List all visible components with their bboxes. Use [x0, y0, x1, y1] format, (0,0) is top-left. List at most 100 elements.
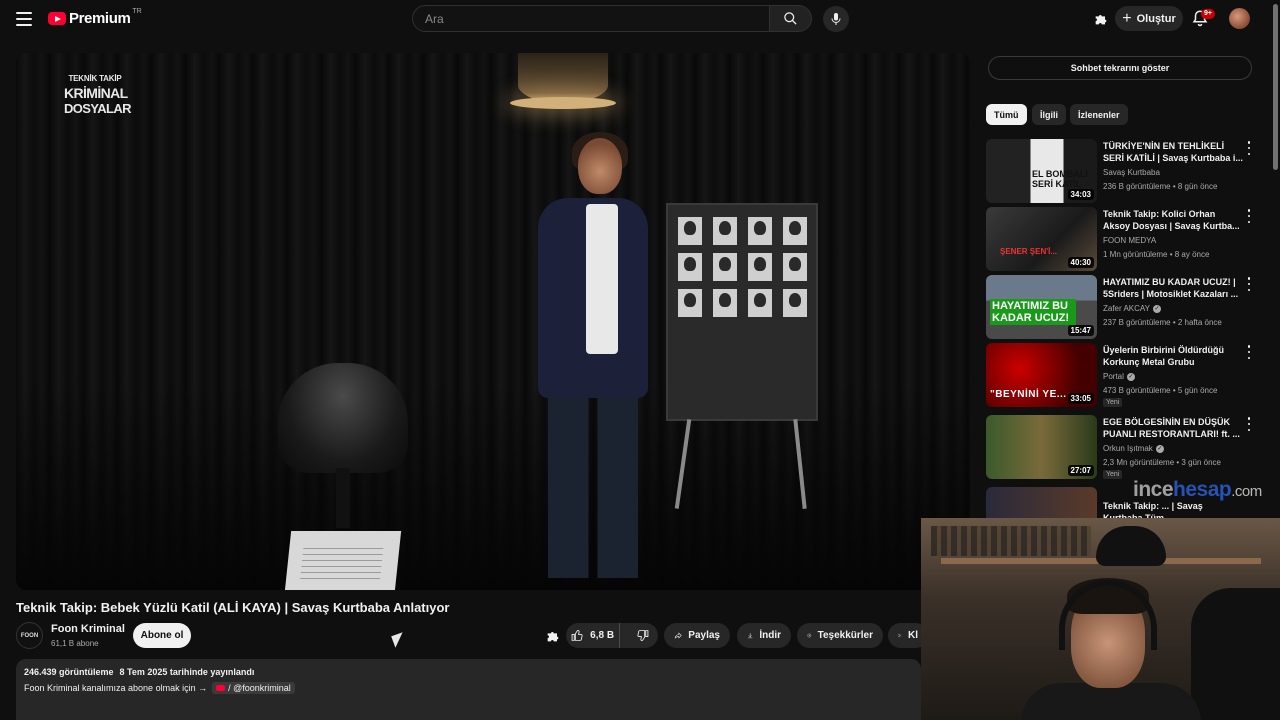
share-button[interactable]: Paylaş	[664, 623, 730, 648]
more-options-icon[interactable]	[1246, 417, 1252, 431]
channel-name: Savaş Kurtbaba	[1103, 168, 1160, 177]
description-box[interactable]: 246.439 görüntüleme 8 Tem 2025 tarihinde …	[16, 659, 921, 720]
video-thumbnail[interactable]: HAYATIMIZ BU KADAR UCUZ! 15:47	[986, 275, 1097, 339]
more-options-icon[interactable]	[1246, 141, 1252, 155]
download-button[interactable]: İndir	[737, 623, 791, 648]
voice-search-button[interactable]	[823, 6, 849, 32]
channel-name: FOON MEDYA	[1103, 236, 1156, 245]
channel-name: Orkun Işıtmak ✓	[1103, 444, 1164, 453]
youtube-premium-logo[interactable]: Premium TR	[48, 8, 142, 27]
thanks-label: Teşekkürler	[817, 630, 873, 641]
show-logo-overlay: TEKNİK TAKİP KRİMİNAL DOSYALAR	[64, 75, 132, 116]
mugshot	[748, 217, 772, 245]
watermark-part3: .com	[1231, 483, 1262, 500]
new-badge: Yeni	[1103, 470, 1123, 479]
like-dislike-group: 6,8 B	[566, 623, 658, 648]
helmet	[1096, 526, 1166, 566]
mugshot	[713, 217, 737, 245]
create-button[interactable]: + Oluştur	[1115, 6, 1183, 31]
search-icon	[784, 12, 797, 25]
channel-handle-link[interactable]: / @foonkriminal	[212, 682, 295, 694]
chip-watched[interactable]: İzlenenler	[1070, 104, 1128, 125]
jacket	[1191, 588, 1280, 720]
cast-button[interactable]	[1092, 10, 1110, 28]
video-title[interactable]: Üyelerin Birbirini Öldürdüğü Korkunç Met…	[1103, 344, 1243, 368]
video-title[interactable]: Teknik Takip: ... | Savaş Kurtbaba Tüm .…	[1103, 500, 1243, 518]
mugshot	[748, 253, 772, 281]
account-avatar[interactable]	[1229, 8, 1250, 29]
video-title[interactable]: EGE BÖLGESİNİN EN DÜŞÜK PUANLI RESTORANT…	[1103, 416, 1243, 440]
channel-name: Zafer AKCAY ✓	[1103, 304, 1161, 313]
video-thumbnail[interactable]: "BEYNİNİ YE... 33:05	[986, 343, 1097, 407]
video-meta: 237 B görüntüleme • 2 hafta önce	[1103, 318, 1222, 327]
video-title[interactable]: Teknik Takip: Kolici Orhan Aksoy Dosyası…	[1103, 208, 1243, 232]
mugshot	[783, 289, 807, 317]
search-box	[412, 5, 770, 32]
video-title[interactable]: HAYATIMIZ BU KADAR UCUZ! | 5Sriders | Mo…	[1103, 276, 1243, 300]
dislike-button[interactable]	[626, 623, 658, 648]
thumbnail-text: "BEYNİNİ YE...	[990, 389, 1067, 400]
search-button[interactable]	[770, 5, 812, 32]
play-logo-icon	[48, 12, 66, 25]
mouse-cursor	[391, 632, 407, 648]
description-meta: 246.439 görüntüleme 8 Tem 2025 tarihinde …	[24, 667, 913, 677]
scrollbar-thumb[interactable]	[1273, 4, 1278, 170]
channel-name[interactable]: Foon Kriminal	[51, 623, 125, 635]
channel-name-text: Zafer AKCAY	[1103, 304, 1150, 313]
page-scrollbar[interactable]	[1271, 0, 1280, 720]
video-meta: 236 B görüntüleme • 8 gün önce	[1103, 182, 1218, 191]
thumbnail-text: HAYATIMIZ BU KADAR UCUZ!	[990, 299, 1076, 325]
recommendation-item[interactable]: "BEYNİNİ YE... 33:05 Üyelerin Birbirini …	[986, 343, 1270, 407]
search-input[interactable]	[425, 11, 769, 26]
more-options-icon[interactable]	[1246, 209, 1252, 223]
leather-chair	[278, 363, 408, 528]
video-meta: 473 B görüntüleme • 5 gün önce	[1103, 386, 1218, 395]
channel-name: Portal ✓	[1103, 372, 1135, 381]
chip-related[interactable]: İlgili	[1032, 104, 1066, 125]
evidence-board	[666, 203, 818, 421]
microphone-icon	[831, 13, 841, 25]
channel-handle: / @foonkriminal	[228, 683, 291, 693]
video-player[interactable]: TEKNİK TAKİP KRİMİNAL DOSYALAR	[16, 53, 970, 590]
video-duration: 27:07	[1067, 465, 1094, 476]
menu-icon[interactable]	[14, 10, 34, 28]
youtube-icon	[216, 685, 226, 691]
logo-country-code: TR	[132, 8, 142, 15]
recommendation-item[interactable]: EL BOMBALI SERİ KATİL 34:03 TÜRKİYE'NİN …	[986, 139, 1270, 203]
description-text: Foon Kriminal kanalımıza abone olmak içi…	[24, 683, 208, 693]
channel-avatar[interactable]: FOON	[16, 622, 43, 649]
like-button[interactable]: 6,8 B	[566, 623, 621, 648]
puzzle-icon[interactable]	[545, 628, 561, 644]
recommendation-item[interactable]: ŞENER ŞEN'İ... 40:30 Teknik Takip: Kolic…	[986, 207, 1270, 271]
video-duration: 33:05	[1067, 393, 1094, 404]
thanks-button[interactable]: Teşekkürler	[797, 623, 883, 648]
share-icon	[674, 632, 682, 639]
subscriber-count: 61,1 B abone	[51, 639, 99, 648]
chip-all[interactable]: Tümü	[986, 104, 1027, 125]
video-thumbnail[interactable]: ŞENER ŞEN'İ... 40:30	[986, 207, 1097, 271]
video-thumbnail[interactable]: 27:07	[986, 415, 1097, 479]
video-meta: 2,3 Mn görüntüleme • 3 gün önce	[1103, 458, 1221, 467]
plus-icon: +	[1122, 9, 1132, 27]
new-badge: Yeni	[1103, 398, 1123, 407]
notification-badge: 9+	[1201, 9, 1215, 19]
top-bar: Premium TR + Oluştur 9+	[0, 0, 1280, 38]
video-thumbnail[interactable]	[986, 487, 1097, 518]
video-title[interactable]: TÜRKİYE'NİN EN TEHLİKELİ SERİ KATİLİ | S…	[1103, 140, 1243, 164]
more-options-icon[interactable]	[1246, 345, 1252, 359]
publish-date: 8 Tem 2025 tarihinde yayınlandı	[119, 667, 255, 677]
video-duration: 34:03	[1067, 189, 1094, 200]
like-count: 6,8 B	[590, 630, 615, 641]
more-options-icon[interactable]	[1246, 277, 1252, 291]
recommendation-item[interactable]: 27:07 EGE BÖLGESİNİN EN DÜŞÜK PUANLI RES…	[986, 415, 1270, 479]
channel-name-text: Portal	[1103, 372, 1124, 381]
video-duration: 40:30	[1067, 257, 1094, 268]
subscribe-button[interactable]: Abone ol	[133, 623, 191, 648]
recommendation-item[interactable]: HAYATIMIZ BU KADAR UCUZ! 15:47 HAYATIMIZ…	[986, 275, 1270, 339]
show-chat-replay-button[interactable]: Sohbet tekrarını göster	[988, 56, 1252, 80]
description-line: Foon Kriminal kanalımıza abone olmak içi…	[24, 682, 913, 694]
mugshot	[678, 289, 702, 317]
video-thumbnail[interactable]: EL BOMBALI SERİ KATİL 34:03	[986, 139, 1097, 203]
mugshot	[783, 217, 807, 245]
presenter	[516, 132, 666, 588]
